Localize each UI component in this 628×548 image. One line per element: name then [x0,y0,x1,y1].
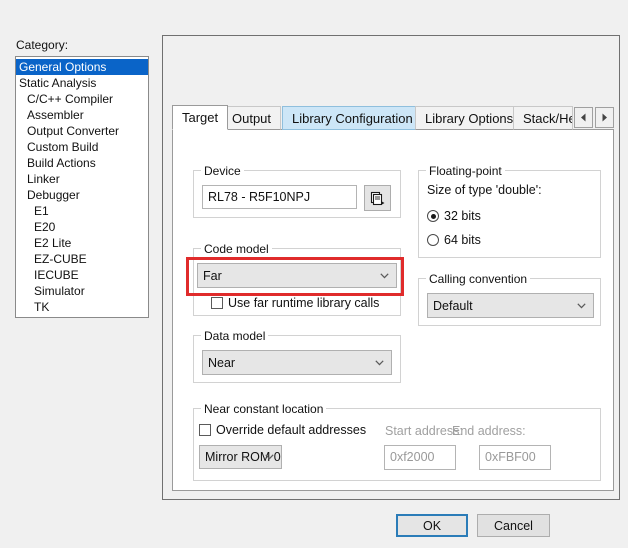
chevron-down-icon [375,359,384,365]
device-group: Device RL78 - R5F10NPJ [193,164,401,218]
tab-scroll-right-button[interactable] [595,107,614,128]
tab-library-options[interactable]: Library Options [415,106,524,130]
chevron-down-icon [380,272,389,278]
options-dialog: Category: General Options Static Analysi… [0,0,628,548]
mirror-rom-combobox[interactable]: Mirror ROM 0 [199,445,282,469]
tab-strip: Target Output Library Configuration Libr… [172,105,614,130]
tab-scroll-left-button[interactable] [574,107,593,128]
use-far-runtime-checkbox-box [211,297,223,309]
tab-output[interactable]: Output [222,106,282,130]
end-address-input[interactable]: 0xFBF00 [479,445,551,470]
override-default-addresses-checkbox[interactable]: Override default addresses [199,423,366,437]
tab-target[interactable]: Target [172,105,229,130]
data-model-group-title: Data model [201,329,269,343]
radio-32-bits[interactable]: 32 bits [427,209,481,223]
radio-64-bits[interactable]: 64 bits [427,233,481,247]
device-picker-button[interactable] [364,185,391,211]
category-item-e1[interactable]: E1 [16,203,148,219]
calling-convention-value: Default [433,298,473,313]
category-item-iecube[interactable]: IECUBE [16,267,148,283]
code-model-combobox[interactable]: Far [197,263,397,288]
radio-32-bits-label: 32 bits [444,209,481,223]
category-item-linker[interactable]: Linker [16,171,148,187]
floating-point-group: Floating-point Size of type 'double': 32… [418,164,601,258]
override-default-addresses-box [199,424,211,436]
category-item-e20[interactable]: E20 [16,219,148,235]
device-picker-icon [370,191,385,205]
ok-button[interactable]: OK [396,514,468,537]
category-item-custom-build[interactable]: Custom Build [16,139,148,155]
triangle-right-icon [602,113,607,122]
category-item-c-cpp-compiler[interactable]: C/C++ Compiler [16,91,148,107]
radio-64-bits-indicator [427,234,439,246]
use-far-runtime-label: Use far runtime library calls [228,296,380,310]
category-item-ez-cube[interactable]: EZ-CUBE [16,251,148,267]
chevron-down-icon [577,302,586,308]
device-input[interactable]: RL78 - R5F10NPJ [202,185,357,209]
tab-stack-heap[interactable]: Stack/Heap [513,106,573,130]
data-model-group: Data model Near [193,329,401,383]
cancel-button[interactable]: Cancel [477,514,550,537]
radio-64-bits-label: 64 bits [444,233,481,247]
triangle-left-icon [581,113,586,122]
category-item-debugger[interactable]: Debugger [16,187,148,203]
code-model-group-title: Code model [201,242,272,256]
near-constant-location-group-title: Near constant location [201,402,327,416]
device-group-title: Device [201,164,244,178]
category-list[interactable]: General Options Static Analysis C/C++ Co… [15,56,149,318]
chevron-down-icon [265,454,274,460]
size-of-double-label: Size of type 'double': [427,183,542,197]
category-item-general-options[interactable]: General Options [16,59,148,75]
floating-point-group-title: Floating-point [426,164,505,178]
category-item-build-actions[interactable]: Build Actions [16,155,148,171]
radio-32-bits-indicator [427,210,439,222]
category-item-e2-lite[interactable]: E2 Lite [16,235,148,251]
data-model-combobox[interactable]: Near [202,350,392,375]
code-model-value: Far [203,268,222,283]
use-far-runtime-library-calls-checkbox[interactable]: Use far runtime library calls [211,296,379,310]
start-address-input[interactable]: 0xf2000 [384,445,456,470]
override-default-addresses-label: Override default addresses [216,423,367,437]
code-model-group: Code model Far Use far runtime library c… [193,242,401,316]
calling-convention-group-title: Calling convention [426,272,531,286]
near-constant-location-group: Near constant location Override default … [193,402,601,481]
tab-library-configuration[interactable]: Library Configuration [282,106,423,130]
category-item-output-converter[interactable]: Output Converter [16,123,148,139]
end-address-label: End address: [452,424,526,438]
calling-convention-group: Calling convention Default [418,272,601,326]
category-label: Category: [16,38,69,52]
data-model-value: Near [208,355,236,370]
category-item-static-analysis[interactable]: Static Analysis [16,75,148,91]
category-item-tk[interactable]: TK [16,299,148,315]
calling-convention-combobox[interactable]: Default [427,293,594,318]
category-item-assembler[interactable]: Assembler [16,107,148,123]
category-item-simulator[interactable]: Simulator [16,283,148,299]
